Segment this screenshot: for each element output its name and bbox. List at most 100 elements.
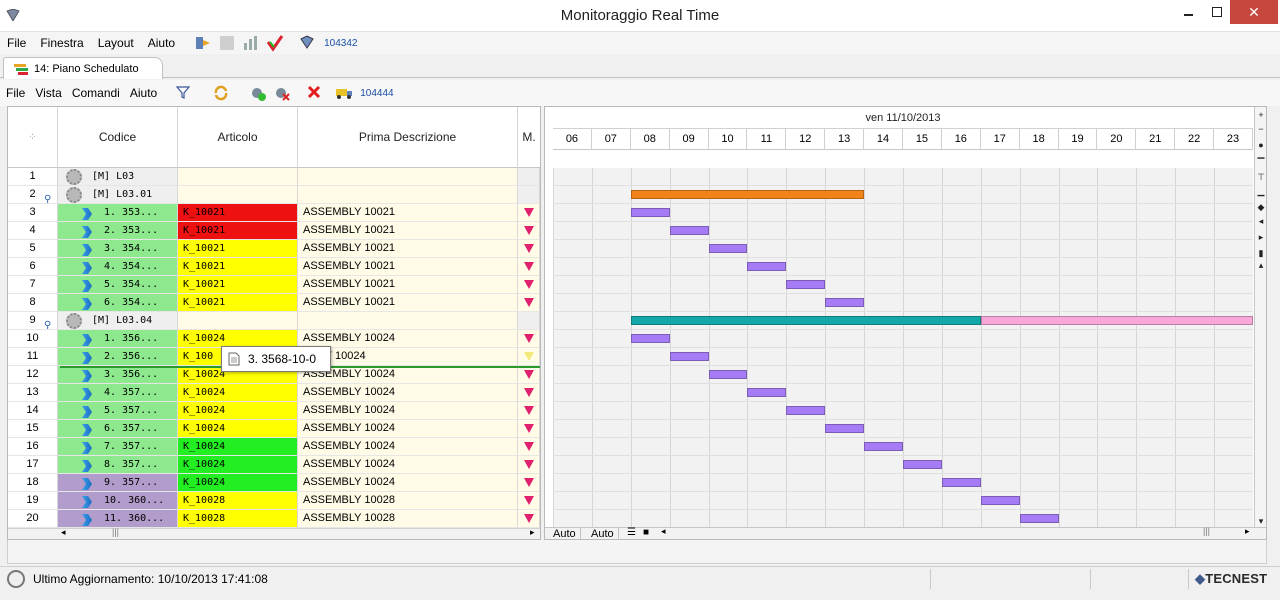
gantt-scroll-left-icon[interactable]: ◂ bbox=[661, 526, 666, 537]
gantt-body[interactable] bbox=[553, 168, 1253, 528]
table-row[interactable]: 4 2. 353... K_10021 ASSEMBLY 10021 bbox=[8, 222, 540, 240]
gantt-task-bar[interactable] bbox=[630, 334, 670, 343]
bars-chart-icon[interactable] bbox=[242, 34, 260, 52]
descrizione-cell[interactable]: ASSEMBLY 10021 bbox=[298, 240, 518, 258]
m-cell[interactable] bbox=[518, 294, 540, 312]
gantt-task-bar[interactable] bbox=[669, 352, 709, 361]
table-row[interactable]: 2 ⚲ [M] L03.01 bbox=[8, 186, 540, 204]
articolo-cell[interactable]: K_10024 bbox=[178, 420, 298, 438]
table-row[interactable]: 14 5. 357... K_10024 ASSEMBLY 10024 bbox=[8, 402, 540, 420]
table-row[interactable]: 20 11. 360... K_10028 ASSEMBLY 10028 bbox=[8, 510, 540, 528]
codice-cell[interactable]: 6. 357... bbox=[58, 420, 178, 438]
m-cell[interactable] bbox=[518, 222, 540, 240]
descrizione-cell[interactable] bbox=[298, 186, 518, 204]
descrizione-cell[interactable] bbox=[298, 312, 518, 330]
codice-cell[interactable]: 6. 354... bbox=[58, 294, 178, 312]
scroll-up-icon[interactable]: ▴ bbox=[1256, 259, 1266, 271]
inner-menu-vista[interactable]: Vista bbox=[35, 86, 61, 100]
descrizione-cell[interactable]: ASSEMBLY 10024 bbox=[298, 384, 518, 402]
scroll-thumb[interactable]: ||| bbox=[112, 527, 119, 537]
codice-cell[interactable]: 10. 360... bbox=[58, 492, 178, 510]
m-cell[interactable] bbox=[518, 186, 540, 204]
codice-cell[interactable]: 2. 353... bbox=[58, 222, 178, 240]
codice-cell[interactable]: 3. 356... bbox=[58, 366, 178, 384]
gantt-task-bar[interactable] bbox=[1019, 514, 1059, 523]
header-codice[interactable]: Codice bbox=[58, 107, 178, 168]
m-cell[interactable] bbox=[518, 348, 540, 366]
descrizione-cell[interactable]: ASSEMBLY 10024 bbox=[298, 438, 518, 456]
zoom-out-icon[interactable]: − bbox=[1256, 123, 1266, 135]
descrizione-cell[interactable]: ASSEMBLY 10024 bbox=[298, 474, 518, 492]
articolo-cell[interactable]: K_10024 bbox=[178, 402, 298, 420]
m-cell[interactable] bbox=[518, 330, 540, 348]
table-row[interactable]: 18 9. 357... K_10024 ASSEMBLY 10024 bbox=[8, 474, 540, 492]
gantt-task-bar[interactable] bbox=[825, 298, 865, 307]
top-icon[interactable]: ▔ bbox=[1256, 157, 1266, 169]
inner-menu-comandi[interactable]: Comandi bbox=[72, 86, 120, 100]
gantt-scroll-right-icon[interactable]: ▸ bbox=[1245, 526, 1250, 537]
codice-cell[interactable]: 3. 354... bbox=[58, 240, 178, 258]
prev-icon[interactable]: ◂ bbox=[1256, 215, 1266, 227]
codice-cell[interactable]: 9. 357... bbox=[58, 474, 178, 492]
descrizione-cell[interactable]: MBLY 10024 bbox=[298, 348, 518, 366]
maximize-button[interactable] bbox=[1200, 0, 1234, 24]
table-row[interactable]: 8 6. 354... K_10021 ASSEMBLY 10021 bbox=[8, 294, 540, 312]
m-cell[interactable] bbox=[518, 456, 540, 474]
articolo-cell[interactable]: K_10028 bbox=[178, 492, 298, 510]
center-icon[interactable]: ● bbox=[1256, 139, 1266, 151]
codice-cell[interactable]: 7. 357... bbox=[58, 438, 178, 456]
gantt-task-bar[interactable] bbox=[941, 478, 981, 487]
descrizione-cell[interactable]: ASSEMBLY 10021 bbox=[298, 222, 518, 240]
articolo-cell[interactable]: K_10028 bbox=[178, 510, 298, 528]
import-icon[interactable] bbox=[194, 34, 212, 52]
table-row[interactable]: 1 [M] L03 bbox=[8, 168, 540, 186]
gantt-task-bar[interactable] bbox=[825, 424, 865, 433]
m-cell[interactable] bbox=[518, 402, 540, 420]
m-cell[interactable] bbox=[518, 240, 540, 258]
codice-cell[interactable]: 4. 357... bbox=[58, 384, 178, 402]
m-cell[interactable] bbox=[518, 492, 540, 510]
codice-cell[interactable]: [M] L03 bbox=[58, 168, 178, 186]
m-cell[interactable] bbox=[518, 384, 540, 402]
codice-cell[interactable]: 5. 357... bbox=[58, 402, 178, 420]
articolo-cell[interactable]: K_10021 bbox=[178, 276, 298, 294]
articolo-cell[interactable] bbox=[178, 186, 298, 204]
m-cell[interactable] bbox=[518, 366, 540, 384]
table-row[interactable]: 3 1. 353... K_10021 ASSEMBLY 10021 bbox=[8, 204, 540, 222]
codice-cell[interactable]: 5. 354... bbox=[58, 276, 178, 294]
m-cell[interactable] bbox=[518, 258, 540, 276]
m-cell[interactable] bbox=[518, 312, 540, 330]
refresh-icon[interactable] bbox=[212, 84, 230, 102]
descrizione-cell[interactable]: ASSEMBLY 10021 bbox=[298, 276, 518, 294]
articolo-cell[interactable]: K_10024 bbox=[178, 474, 298, 492]
table-row[interactable]: 6 4. 354... K_10021 ASSEMBLY 10021 bbox=[8, 258, 540, 276]
articolo-cell[interactable] bbox=[178, 168, 298, 186]
header-articolo[interactable]: Articolo bbox=[178, 107, 298, 168]
codice-cell[interactable]: 2. 356... bbox=[58, 348, 178, 366]
gantt-task-bar[interactable] bbox=[786, 406, 826, 415]
descrizione-cell[interactable]: ASSEMBLY 10024 bbox=[298, 366, 518, 384]
gantt-task-bar[interactable] bbox=[708, 370, 748, 379]
header-m[interactable]: M. bbox=[518, 107, 540, 168]
zoom-in-icon[interactable]: + bbox=[1256, 109, 1266, 121]
codice-cell[interactable]: [M] L03.01 bbox=[58, 186, 178, 204]
header-descrizione[interactable]: Prima Descrizione bbox=[298, 107, 518, 168]
descrizione-cell[interactable]: ASSEMBLY 10021 bbox=[298, 204, 518, 222]
gantt-task-bar[interactable] bbox=[864, 442, 903, 451]
articolo-cell[interactable]: K_10021 bbox=[178, 204, 298, 222]
gantt-scroll-thumb[interactable]: ||| bbox=[1203, 526, 1210, 536]
scroll-left-icon[interactable]: ◂ bbox=[61, 527, 66, 538]
descrizione-cell[interactable]: ASSEMBLY 10024 bbox=[298, 402, 518, 420]
table-row[interactable]: 5 3. 354... K_10021 ASSEMBLY 10021 bbox=[8, 240, 540, 258]
menu-finestra[interactable]: Finestra bbox=[40, 36, 83, 50]
menu-layout[interactable]: Layout bbox=[98, 36, 134, 50]
m-cell[interactable] bbox=[518, 474, 540, 492]
close-button[interactable]: ✕ bbox=[1230, 0, 1278, 24]
codice-cell[interactable]: 8. 357... bbox=[58, 456, 178, 474]
scroll-down-icon[interactable]: ▾ bbox=[1256, 515, 1266, 527]
filter-icon[interactable] bbox=[175, 84, 193, 102]
filter-small-icon[interactable]: ⊤ bbox=[1256, 171, 1266, 183]
articolo-cell[interactable]: K_10024 bbox=[178, 438, 298, 456]
expand-icon[interactable]: ◆ bbox=[1256, 201, 1266, 213]
inner-menu-file[interactable]: File bbox=[6, 86, 25, 100]
